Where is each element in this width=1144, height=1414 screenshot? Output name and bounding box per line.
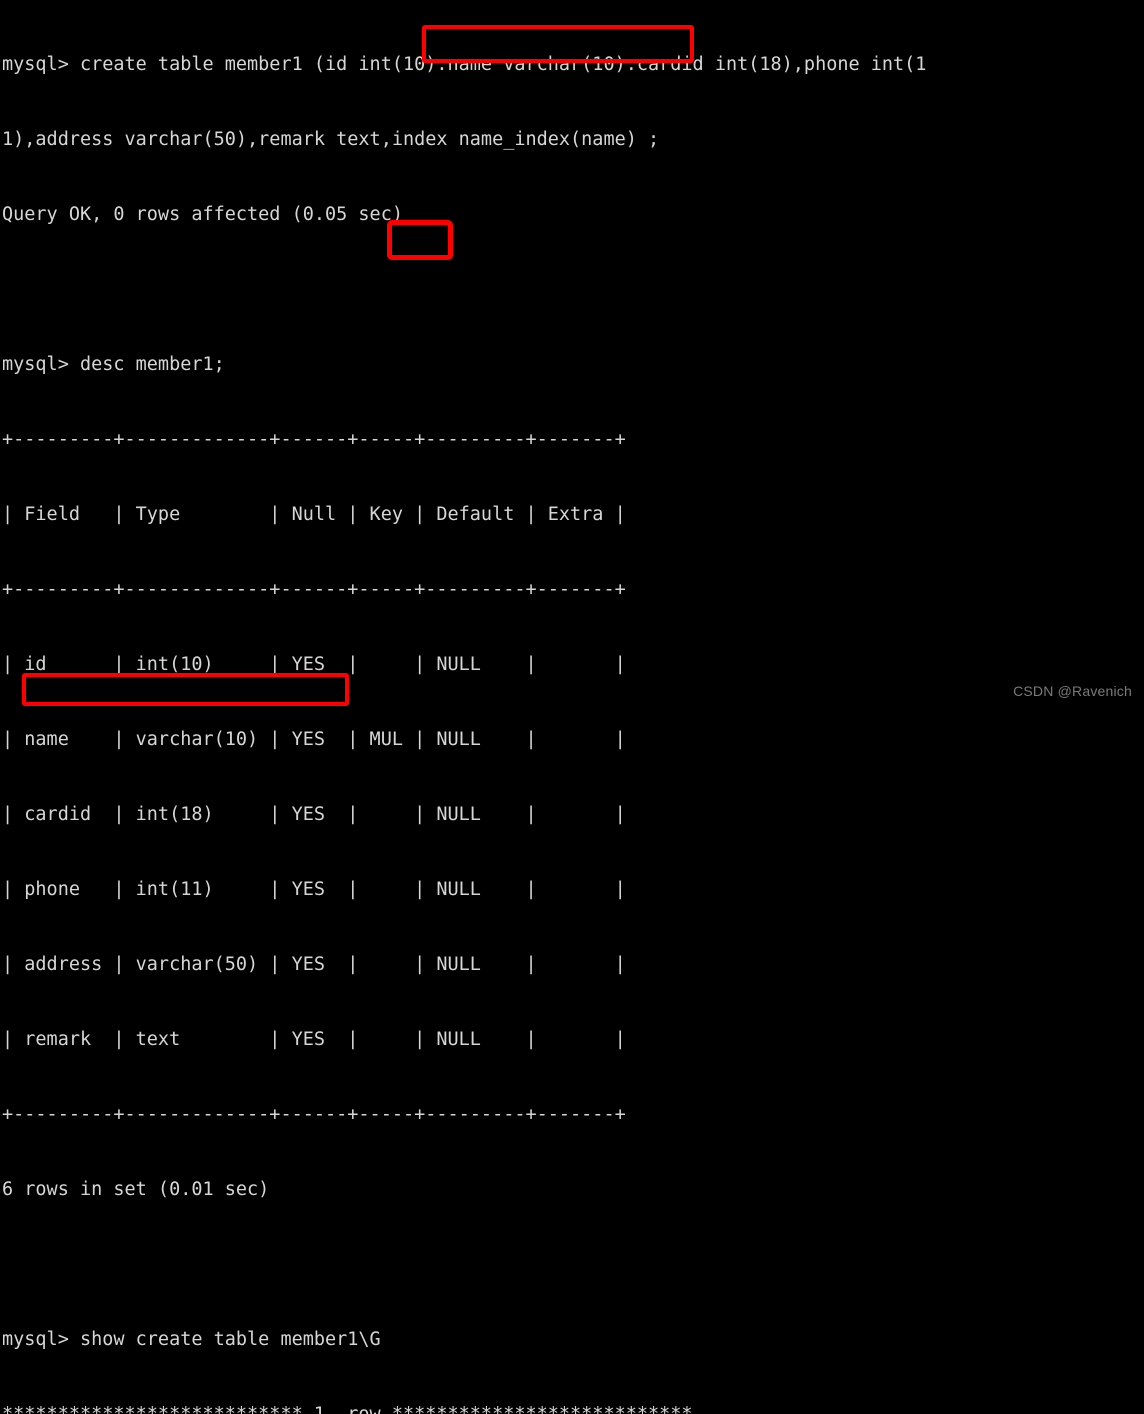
terminal-line: Query OK, 0 rows affected (0.05 sec) xyxy=(2,204,403,225)
terminal-line: | phone | int(11) | YES | | NULL | | xyxy=(2,879,626,900)
terminal-line: mysql> desc member1; xyxy=(2,354,225,375)
terminal-line: | cardid | int(18) | YES | | NULL | | xyxy=(2,804,626,825)
terminal-line: +---------+-------------+------+-----+--… xyxy=(2,429,626,450)
terminal-line: *************************** 1. row *****… xyxy=(2,1402,1144,1414)
terminal-line: 1),address varchar(50),remark text,index… xyxy=(2,129,660,150)
terminal-line: mysql> create table member1 (id int(10).… xyxy=(2,54,927,75)
terminal-line: | remark | text | YES | | NULL | | xyxy=(2,1029,626,1050)
terminal-line: | address | varchar(50) | YES | | NULL |… xyxy=(2,954,626,975)
terminal-line: +---------+-------------+------+-----+--… xyxy=(2,579,626,600)
terminal-line: | Field | Type | Null | Key | Default | … xyxy=(2,504,626,525)
terminal-output[interactable]: mysql> create table member1 (id int(10).… xyxy=(0,0,1144,1414)
terminal-line: | id | int(10) | YES | | NULL | | xyxy=(2,654,626,675)
terminal-line: +---------+-------------+------+-----+--… xyxy=(2,1104,626,1125)
watermark: CSDN @Ravenich xyxy=(1013,683,1132,699)
terminal-line: mysql> show create table member1\G xyxy=(2,1329,381,1350)
terminal-line: | name | varchar(10) | YES | MUL | NULL … xyxy=(2,729,626,750)
terminal-line: 6 rows in set (0.01 sec) xyxy=(2,1179,270,1200)
